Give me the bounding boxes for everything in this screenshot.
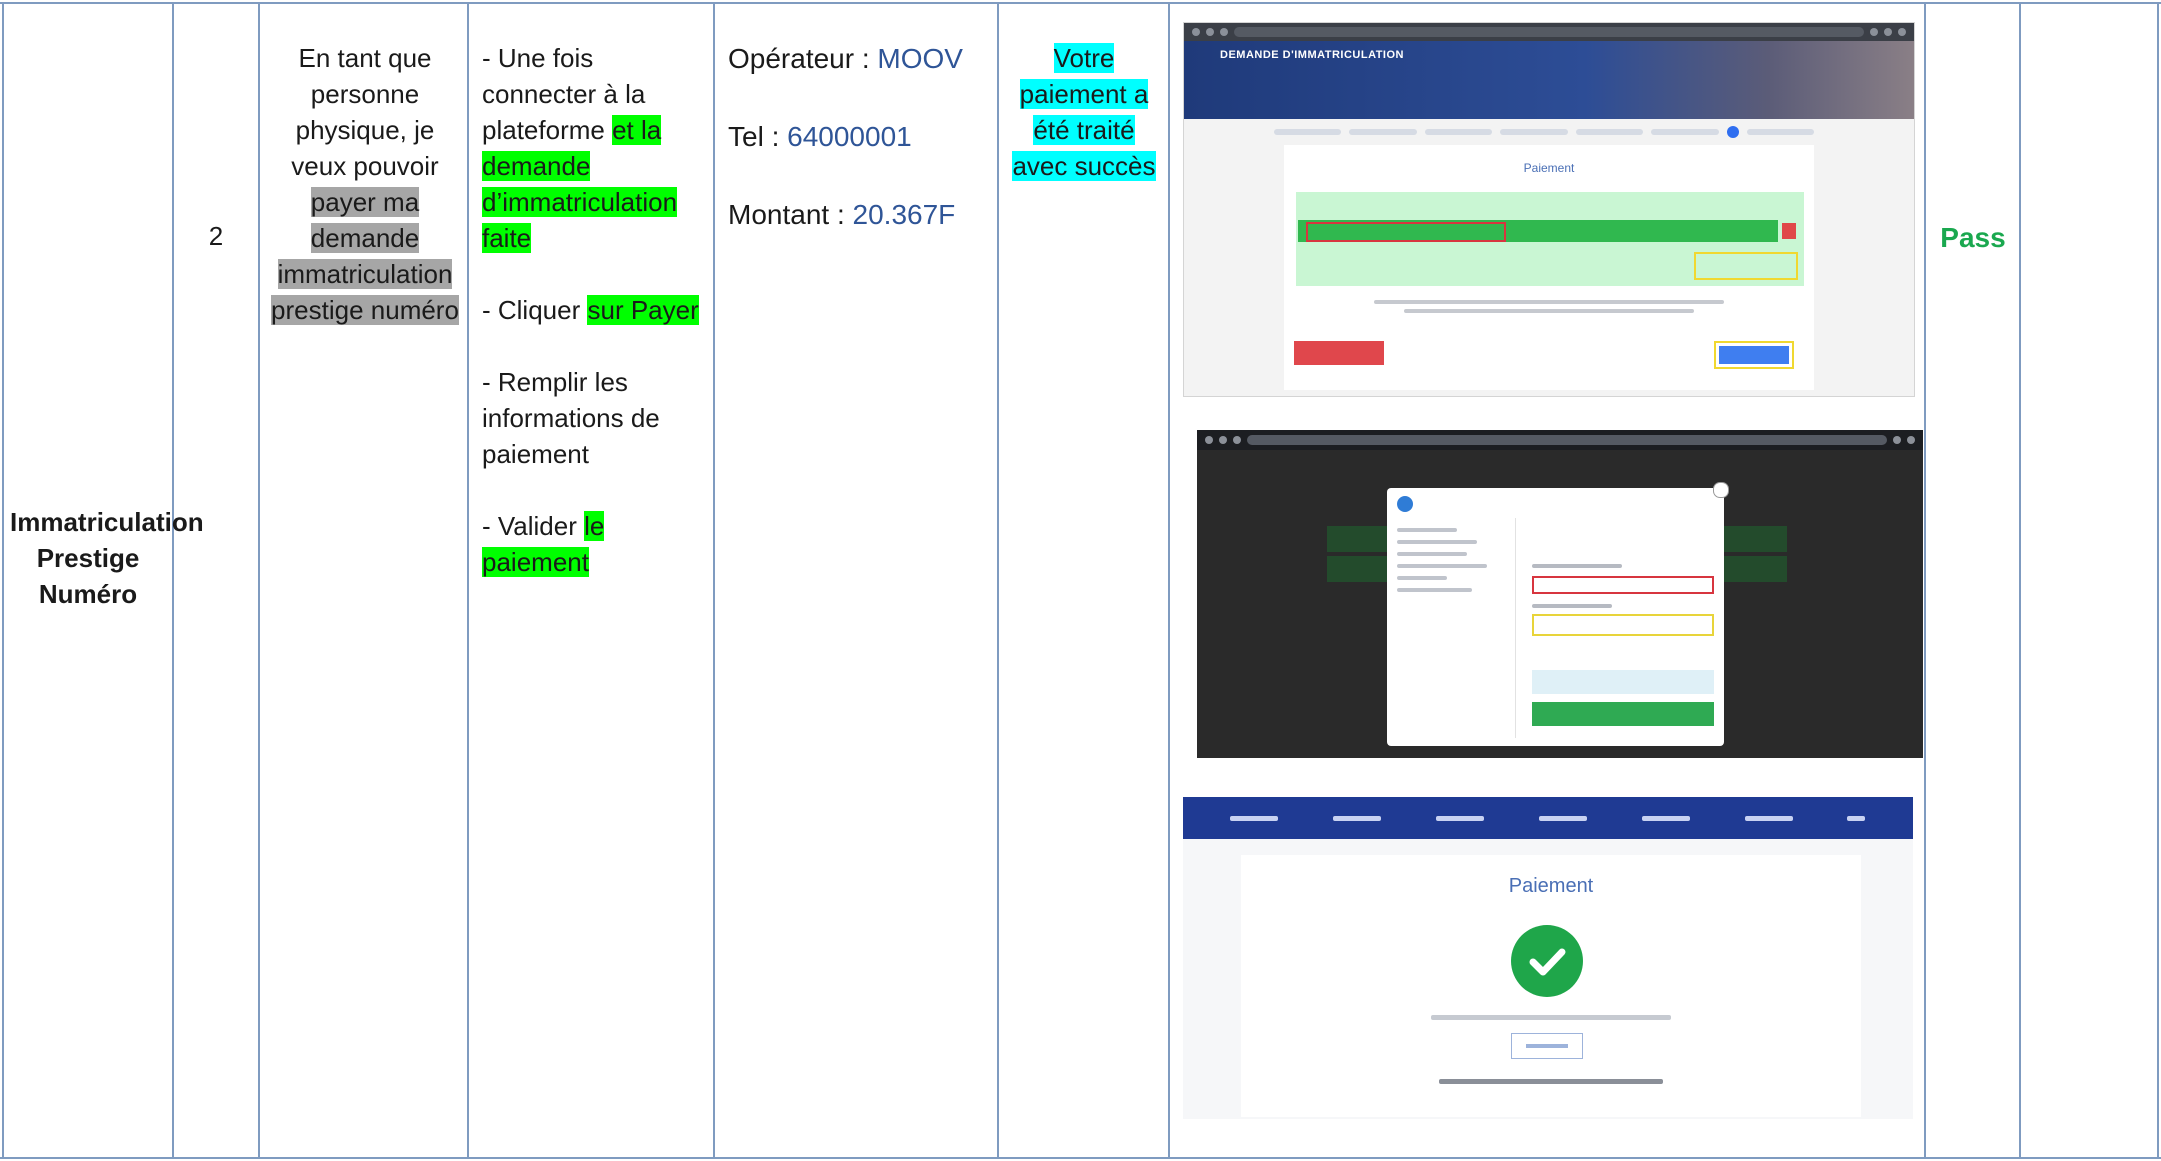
expected-result-text: Votre paiement a été traité avec succès bbox=[1012, 43, 1156, 181]
screenshot-payment-form bbox=[1197, 430, 1923, 758]
step-4-text: - Valider bbox=[482, 511, 577, 541]
menu-icon[interactable] bbox=[1847, 815, 1866, 821]
payment-panel: Paiement bbox=[1284, 145, 1814, 390]
payment-logo-icon bbox=[1397, 496, 1413, 512]
operator-select[interactable] bbox=[1532, 576, 1714, 594]
status-cell: Pass bbox=[1928, 220, 2018, 256]
table-border bbox=[997, 2, 999, 1159]
table-border bbox=[467, 2, 469, 1159]
step-2-text: - Cliquer bbox=[482, 295, 581, 325]
case-number: 2 bbox=[208, 221, 224, 251]
current-step-icon bbox=[1726, 126, 1739, 138]
remove-icon[interactable] bbox=[1782, 223, 1796, 239]
user-story-text: En tant que personne physique, je veux p… bbox=[291, 43, 439, 181]
module-cell: Immatriculation Prestige Numéro bbox=[10, 504, 204, 612]
page-banner: DEMANDE D'IMMATRICULATION bbox=[1184, 41, 1914, 119]
success-title: Paiement bbox=[1508, 875, 1594, 897]
cancel-button[interactable] bbox=[1294, 341, 1384, 365]
payment-modal bbox=[1387, 482, 1729, 746]
top-navigation bbox=[1183, 797, 1913, 839]
highlight-red-box bbox=[1306, 222, 1506, 242]
steps-cell: - Une fois connecter à la plateforme et … bbox=[482, 40, 704, 580]
case-number-cell: 2 bbox=[178, 218, 254, 254]
amount-row: Montant : 20.367F bbox=[728, 196, 992, 234]
success-check-icon bbox=[1511, 925, 1583, 997]
browser-toolbar bbox=[1184, 23, 1914, 41]
table-border bbox=[2, 2, 4, 1159]
tel-value: 64000001 bbox=[787, 121, 912, 152]
operator-row: Opérateur : MOOV bbox=[728, 40, 992, 78]
table-border bbox=[713, 2, 715, 1159]
validate-payment-button[interactable] bbox=[1532, 702, 1714, 726]
test-data-cell: Opérateur : MOOV Tel : 64000001 Montant … bbox=[728, 40, 992, 234]
table-border bbox=[1168, 2, 1170, 1159]
step-1: - Une fois connecter à la plateforme et … bbox=[482, 40, 704, 256]
amount-label: Montant : bbox=[728, 199, 845, 230]
table-border bbox=[0, 1157, 2161, 1159]
table-border bbox=[2019, 2, 2021, 1159]
user-story-cell: En tant que personne physique, je veux p… bbox=[270, 40, 460, 328]
table-border bbox=[258, 2, 260, 1159]
payment-summary bbox=[1296, 192, 1804, 286]
status-badge: Pass bbox=[1940, 222, 2006, 253]
banner-title: DEMANDE D'IMMATRICULATION bbox=[1220, 49, 1404, 61]
stepper bbox=[1274, 125, 1814, 139]
step-4: - Valider le paiement bbox=[482, 508, 704, 580]
highlight-yellow-box bbox=[1694, 252, 1798, 280]
table-border bbox=[2157, 2, 2159, 1159]
amount-value: 20.367F bbox=[852, 199, 956, 230]
tel-label: Tel : bbox=[728, 121, 780, 152]
step-2: - Cliquer sur Payer bbox=[482, 292, 704, 328]
step-3: - Remplir les informations de paiement bbox=[482, 367, 660, 469]
payment-methods bbox=[1397, 528, 1507, 600]
table-border bbox=[0, 2, 2161, 4]
panel-title: Paiement bbox=[1523, 161, 1575, 175]
operator-label: Opérateur : bbox=[728, 43, 870, 74]
browser-toolbar bbox=[1197, 430, 1923, 450]
info-notice bbox=[1532, 670, 1714, 694]
expected-result-cell: Votre paiement a été traité avec succès bbox=[1010, 40, 1158, 184]
table-border bbox=[172, 2, 174, 1159]
phone-input[interactable] bbox=[1532, 614, 1714, 636]
pay-button[interactable] bbox=[1714, 341, 1794, 369]
tel-row: Tel : 64000001 bbox=[728, 118, 992, 156]
step-2-highlight: sur Payer bbox=[587, 295, 699, 325]
info-text bbox=[1374, 295, 1724, 315]
success-card: Paiement bbox=[1241, 855, 1861, 1117]
close-icon[interactable] bbox=[1713, 482, 1729, 498]
table-border bbox=[1924, 2, 1926, 1159]
user-story-highlight: payer ma demande immatriculation prestig… bbox=[271, 187, 459, 325]
operator-value: MOOV bbox=[877, 43, 963, 74]
screenshot-payment-success: Paiement bbox=[1183, 797, 1913, 1119]
screenshot-payment-request: DEMANDE D'IMMATRICULATION Paiement bbox=[1183, 22, 1915, 397]
receipt-button[interactable] bbox=[1511, 1033, 1583, 1059]
